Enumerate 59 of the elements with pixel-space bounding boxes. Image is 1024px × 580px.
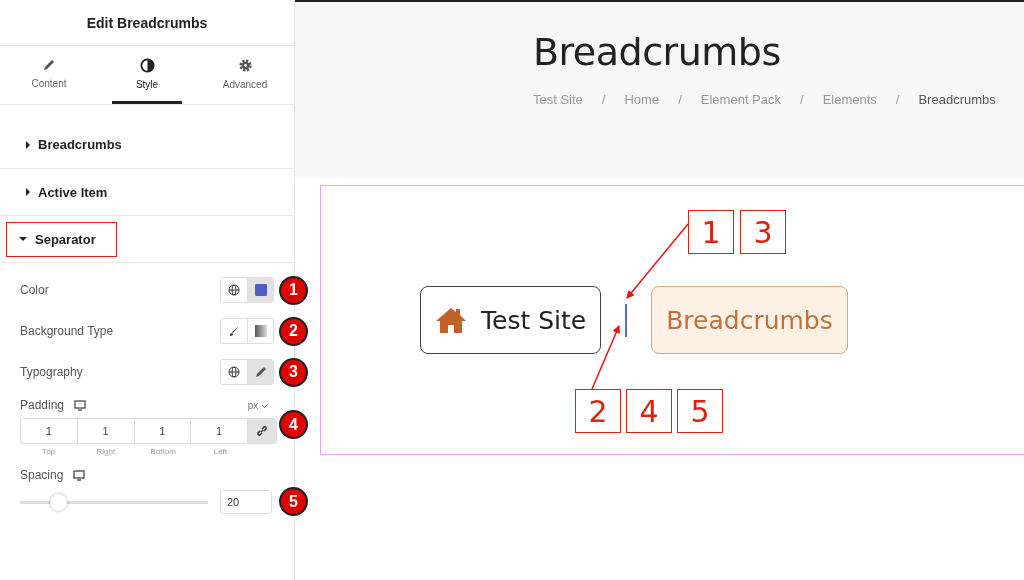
- page-title: Breadcrumbs: [533, 30, 782, 74]
- link-icon: [256, 425, 268, 437]
- callout-box: 3: [740, 210, 786, 254]
- contrast-icon: [139, 57, 155, 73]
- control-label: Color: [20, 282, 50, 297]
- input-field[interactable]: 1: [77, 419, 135, 443]
- settings-icon: [237, 57, 253, 73]
- tab[interactable]: Content: [14, 46, 84, 104]
- brush-icon: [228, 324, 240, 337]
- step-badge: 2: [279, 316, 308, 346]
- callout-box: 1: [688, 210, 734, 254]
- arrow: [591, 325, 620, 390]
- field-caption: Left: [212, 447, 229, 456]
- control-label: Spacing: [20, 468, 64, 482]
- breadcrumb-separator: /: [895, 92, 900, 107]
- toggle-button[interactable]: [247, 318, 273, 343]
- link-button[interactable]: [248, 419, 276, 443]
- panel-title: Edit Breadcrumbs: [0, 0, 294, 46]
- callout-box: 2: [575, 389, 621, 433]
- section-header[interactable]: Breadcrumbs: [20, 127, 128, 162]
- step-badge: 1: [279, 275, 308, 305]
- callout-box: 4: [626, 389, 672, 433]
- input-field[interactable]: 1: [21, 419, 78, 443]
- field-caption: Right: [95, 447, 117, 456]
- section-header[interactable]: Active Item: [20, 174, 114, 210]
- input-field[interactable]: 1: [134, 419, 192, 443]
- breadcrumb-link[interactable]: Breadcrumbs: [918, 92, 996, 107]
- step-badge: 3: [279, 357, 308, 387]
- breadcrumb-separator: /: [800, 92, 804, 107]
- unit-selector[interactable]: px: [247, 399, 268, 411]
- control-label: Background Type: [20, 323, 115, 338]
- tab[interactable]: Advanced: [210, 46, 280, 104]
- toggle-button[interactable]: [247, 277, 273, 302]
- field-caption: Top: [41, 447, 57, 456]
- step-badge: 4: [279, 410, 308, 439]
- toggle-button[interactable]: [247, 359, 273, 384]
- breadcrumb-separator: /: [601, 92, 606, 107]
- field-caption: Bottom: [149, 447, 177, 456]
- breadcrumb-item[interactable]: Test Site: [420, 286, 602, 354]
- gradient-icon: [254, 324, 267, 337]
- chevron-down-icon: [261, 403, 268, 409]
- tab[interactable]: Style: [112, 46, 182, 104]
- breadcrumb-separator: /: [678, 92, 682, 107]
- control-label: Padding: [20, 398, 65, 412]
- control-label: Typography: [20, 364, 84, 379]
- globe-icon: [228, 365, 240, 378]
- input-field[interactable]: 20: [220, 490, 272, 514]
- pencil-icon: [42, 58, 56, 72]
- callout-box: 5: [677, 389, 723, 433]
- section-header[interactable]: Separator: [6, 221, 117, 257]
- globe-icon: [228, 283, 240, 296]
- home-icon: [435, 306, 467, 334]
- monitor-icon: [74, 399, 87, 411]
- monitor-icon: [73, 469, 86, 481]
- breadcrumb-separator: [625, 303, 628, 337]
- step-badge: 5: [279, 487, 308, 516]
- slider-thumb[interactable]: [49, 493, 67, 511]
- color-swatch-icon: [254, 283, 267, 296]
- pencil-icon: [253, 364, 268, 379]
